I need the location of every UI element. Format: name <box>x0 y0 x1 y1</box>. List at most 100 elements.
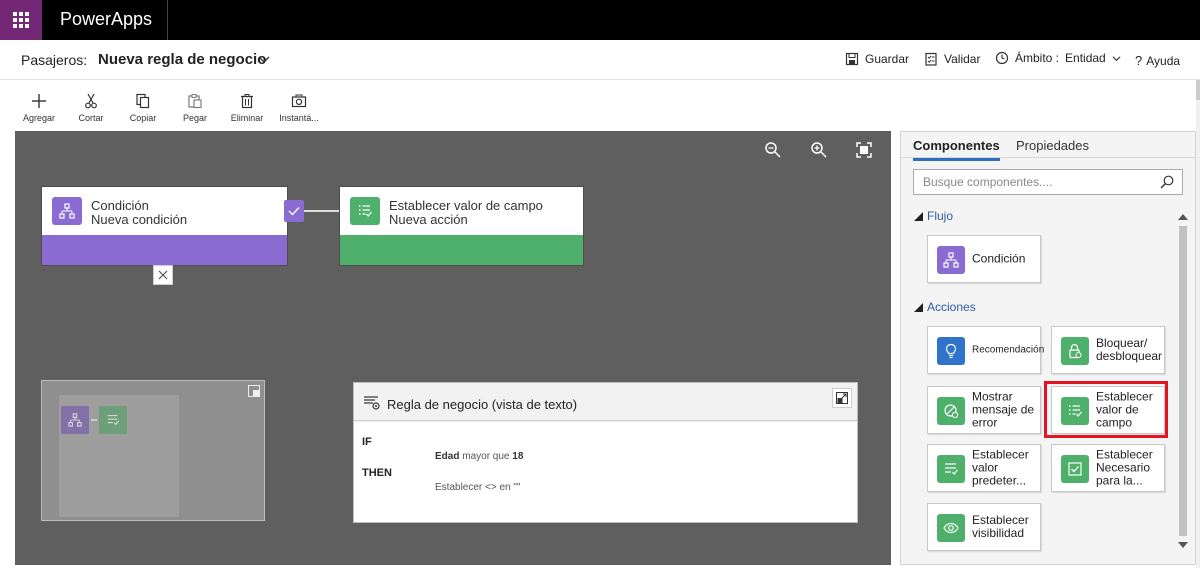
flow-icon <box>52 197 82 225</box>
condition-false-branch[interactable] <box>153 265 173 285</box>
page-scrollbar[interactable] <box>1196 80 1200 568</box>
zoom-out-icon[interactable] <box>764 141 782 159</box>
flow-section-label: Flujo <box>927 209 954 223</box>
eye-icon <box>937 514 965 542</box>
trash-icon <box>241 94 253 109</box>
actions-section-header[interactable]: Acciones <box>914 300 976 314</box>
condition-node-subtitle: Nueva condición <box>91 212 188 227</box>
component-label: Establecer valor predeter... <box>972 447 1029 488</box>
component-label: Condición <box>972 251 1026 266</box>
condition-true-branch[interactable] <box>284 200 304 222</box>
page-scroll-thumb[interactable] <box>1196 80 1200 100</box>
component-set-required[interactable]: Establecer Necesario para la... <box>1051 444 1165 492</box>
tab-components[interactable]: Componentes <box>913 138 1000 161</box>
condition-value: 18 <box>512 451 524 462</box>
help-icon: ? <box>1135 53 1143 68</box>
rule-name-dropdown[interactable]: Nueva regla de negocio <box>98 51 266 68</box>
component-show-error[interactable]: Mostrar mensaje de error <box>927 386 1041 434</box>
collapse-triangle-icon <box>914 302 923 312</box>
scroll-up-icon[interactable] <box>1178 214 1188 220</box>
paste-button[interactable]: Pegar <box>170 93 220 123</box>
zoom-in-icon[interactable] <box>810 141 828 159</box>
minimap[interactable] <box>41 380 265 521</box>
then-keyword: THEN <box>362 467 392 479</box>
app-name[interactable]: PowerApps <box>60 9 152 30</box>
action-line: Establecer <> en "" <box>435 482 521 493</box>
add-button[interactable]: Agregar <box>14 93 64 123</box>
component-set-visibility[interactable]: Establecer visibilidad <box>927 503 1041 551</box>
delete-button[interactable]: Eliminar <box>222 93 272 123</box>
set-field-icon <box>350 197 380 225</box>
rule-header: Pasajeros: Nueva regla de negocio Guarda… <box>0 40 1200 80</box>
chevron-down-icon[interactable] <box>258 53 270 65</box>
condition-node[interactable]: Condición Nueva condición <box>41 186 288 266</box>
copy-icon <box>136 93 150 109</box>
actions-section-label: Acciones <box>927 300 976 314</box>
close-icon <box>158 270 168 280</box>
fit-to-screen-icon[interactable] <box>855 141 873 159</box>
collapse-triangle-icon <box>914 211 923 221</box>
set-field-icon <box>99 406 127 434</box>
delete-label: Eliminar <box>230 113 264 123</box>
minimap-collapse-icon[interactable] <box>248 385 260 397</box>
search-icon[interactable] <box>1160 175 1174 189</box>
minimap-connector <box>91 419 97 421</box>
plus-icon <box>32 94 46 108</box>
snapshot-button[interactable]: Instantá... <box>274 93 324 123</box>
action-node[interactable]: Establecer valor de campo Nueva acción <box>339 186 584 266</box>
action-node-header: Establecer valor de campo Nueva acción <box>340 187 583 234</box>
expand-icon <box>836 392 848 404</box>
save-button[interactable]: Guardar <box>845 52 909 66</box>
scroll-down-icon[interactable] <box>1178 542 1188 548</box>
save-label: Guardar <box>865 52 910 66</box>
search-input[interactable] <box>914 170 1154 194</box>
condition-field: Edad <box>435 451 460 462</box>
text-view-expand-button[interactable] <box>832 388 852 408</box>
flow-section-header[interactable]: Flujo <box>914 209 953 223</box>
command-ribbon: Agregar Cortar Copiar Pegar Eliminar Ins… <box>0 81 1200 130</box>
condition-operator: mayor que <box>462 451 510 462</box>
component-set-default-value[interactable]: Establecer valor predeter... <box>927 444 1041 492</box>
component-condition[interactable]: Condición <box>927 235 1041 283</box>
condition-node-header: Condición Nueva condición <box>42 187 287 234</box>
paste-label: Pegar <box>182 113 208 123</box>
if-keyword: IF <box>362 436 372 448</box>
snapshot-label: Instantá... <box>279 113 319 123</box>
app-bar: PowerApps <box>0 0 1200 40</box>
error-icon <box>937 397 965 425</box>
save-icon <box>845 52 859 66</box>
help-button[interactable]: ? Ayuda <box>1135 53 1180 68</box>
business-rule-text-view: Regla de negocio (vista de texto) IF Eda… <box>353 382 858 523</box>
copy-button[interactable]: Copiar <box>118 93 168 123</box>
app-launcher-button[interactable] <box>0 0 42 40</box>
components-panel: Componentes Propiedades Flujo Condición … <box>900 131 1196 565</box>
help-label: Ayuda <box>1146 53 1181 68</box>
validate-icon <box>925 52 937 66</box>
cut-label: Cortar <box>78 113 104 123</box>
action-node-subtitle: Nueva acción <box>389 212 468 227</box>
component-search[interactable] <box>913 169 1183 195</box>
check-icon <box>288 207 300 216</box>
add-label: Agregar <box>22 113 56 123</box>
design-canvas[interactable]: Condición Nueva condición Establecer val… <box>15 131 891 565</box>
text-view-body: IF Edad mayor que 18 THEN Establecer <> … <box>354 422 857 522</box>
entity-label: Pasajeros: <box>21 52 88 68</box>
app-bar-divider <box>167 0 168 40</box>
chevron-down-icon <box>1112 55 1121 61</box>
text-view-icon <box>364 396 380 410</box>
scope-dropdown[interactable]: Ámbito : Entidad <box>995 51 1121 65</box>
panel-scrollbar[interactable] <box>1177 212 1189 552</box>
minimap-viewport[interactable] <box>59 395 179 517</box>
scroll-thumb[interactable] <box>1179 226 1187 536</box>
component-label: Bloquear/ desbloquear <box>1096 336 1163 363</box>
component-lock-unlock[interactable]: Bloquear/ desbloquear <box>1051 326 1165 374</box>
tab-properties[interactable]: Propiedades <box>1016 138 1089 158</box>
component-label: Establecer Necesario para la... <box>1096 447 1153 488</box>
scope-label: Ámbito : <box>1015 51 1060 65</box>
action-node-title: Establecer valor de campo <box>389 198 543 213</box>
component-recommendation[interactable]: Recomendación <box>927 326 1044 374</box>
panel-tabs: Componentes Propiedades <box>901 132 1195 161</box>
cut-button[interactable]: Cortar <box>66 93 116 123</box>
validate-button[interactable]: Validar <box>924 52 980 66</box>
waffle-icon <box>13 12 29 28</box>
